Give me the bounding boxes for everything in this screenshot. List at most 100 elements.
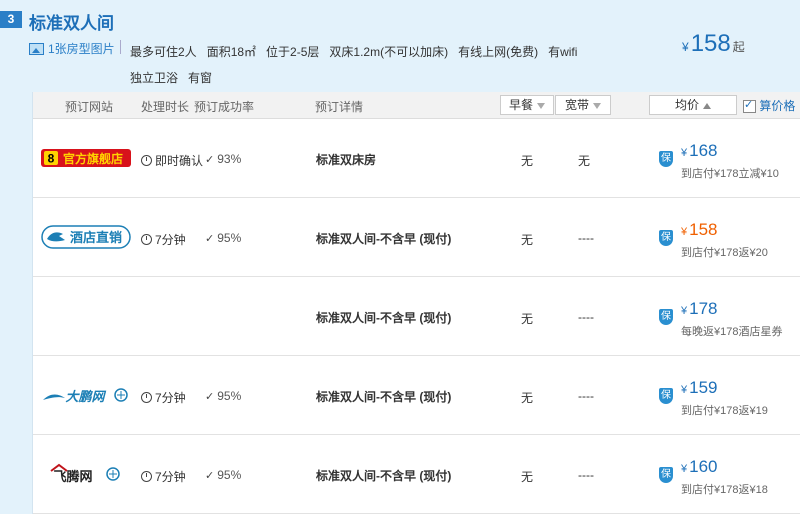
- facility-item: 面积18㎡: [206, 45, 257, 59]
- row-price[interactable]: ¥158: [681, 220, 718, 240]
- room-title[interactable]: 标准双人间: [29, 9, 114, 34]
- row-price[interactable]: ¥168: [681, 141, 718, 161]
- row-price[interactable]: ¥160: [681, 457, 718, 477]
- table-row: 酒店直销 7分钟 ✓ 95% 标准双人间-不含早 (现付) 无 ---- 保 ¥1…: [33, 198, 800, 277]
- success-rate: ✓ 95%: [205, 231, 241, 245]
- table-row: 8 官方旗舰店 即时确认 ✓ 93% 标准双床房 无 无 保 ¥168 到店付¥1…: [33, 119, 800, 198]
- room-detail-link[interactable]: 标准双人间-不含早 (现付): [316, 388, 451, 405]
- guarantee-shield-icon: 保: [659, 230, 673, 246]
- room-photo-link-label: 1张房型图片: [48, 42, 115, 56]
- facility-item: 双床1.2m(不可以加床): [329, 45, 449, 59]
- filter-icon: [593, 102, 601, 109]
- room-detail-link[interactable]: 标准双人间-不含早 (现付): [316, 467, 451, 484]
- avg-price-sort-label: 均价: [674, 98, 699, 112]
- site-name: 酒店直销: [70, 230, 122, 246]
- price-note: 到店付¥178返¥19: [681, 405, 768, 417]
- official-store-logo[interactable]: 8 官方旗舰店: [41, 143, 131, 173]
- broadband-filter-button[interactable]: 宽带: [555, 95, 611, 115]
- guarantee-shield-icon: 保: [659, 388, 673, 404]
- clock-icon: [141, 155, 152, 166]
- dapeng-logo[interactable]: 大鹏网: [41, 380, 131, 410]
- currency-symbol: ¥: [681, 305, 688, 317]
- table-row: 标准双人间-不含早 (现付) 无 ---- 保 ¥178 每晚返¥178酒店星券: [33, 277, 800, 356]
- col-duration: 处理时长: [141, 100, 190, 114]
- col-success-rate: 预订成功率: [194, 100, 255, 114]
- price-suffix: 起: [732, 40, 745, 54]
- facility-item: 有线上网(免费): [458, 45, 539, 59]
- hotel-direct-logo[interactable]: 酒店直销: [41, 222, 131, 252]
- site-name: 大鹏网: [65, 389, 106, 405]
- table-row: 飞腾网 7分钟 ✓ 95% 标准双人间-不含早 (现付) 无 ---- 保 ¥16…: [33, 435, 800, 514]
- booking-panel: 预订网站 处理时长 预订成功率 预订详情 早餐 宽带 均价 算价格 8 官方旗舰…: [32, 92, 800, 514]
- success-rate: ✓ 95%: [205, 389, 241, 403]
- rate-text: 93%: [217, 152, 242, 166]
- duration-text: 即时确认: [155, 154, 204, 168]
- facility-item: 有窗: [188, 71, 213, 85]
- rate-text: 95%: [217, 231, 242, 245]
- clock-icon: [141, 234, 152, 245]
- table-row: 大鹏网 7分钟 ✓ 95% 标准双人间-不含早 (现付) 无 ---- 保 ¥15…: [33, 356, 800, 435]
- currency-symbol: ¥: [681, 463, 688, 475]
- breakfast-value: 无: [521, 233, 534, 247]
- col-detail: 预订详情: [315, 100, 364, 114]
- row-price[interactable]: ¥178: [681, 299, 718, 319]
- price-note: 每晚返¥178酒店星券: [681, 326, 783, 338]
- breakfast-filter-button[interactable]: 早餐: [500, 95, 554, 115]
- guarantee-shield-icon: 保: [659, 151, 673, 167]
- currency-symbol: ¥: [682, 40, 689, 54]
- processing-time: 即时确认: [141, 152, 203, 169]
- rate-text: 95%: [217, 389, 242, 403]
- broadband-value: ----: [578, 389, 594, 403]
- feiteng-logo[interactable]: 飞腾网: [41, 459, 131, 489]
- check-icon: ✓: [205, 153, 215, 166]
- sort-up-icon: [703, 102, 711, 109]
- breakfast-value: 无: [521, 470, 534, 484]
- room-photo-link[interactable]: 1张房型图片: [29, 40, 115, 57]
- currency-symbol: ¥: [681, 147, 688, 159]
- clock-icon: [141, 392, 152, 403]
- calc-price-toggle[interactable]: 算价格: [743, 97, 795, 114]
- room-detail-link[interactable]: 标准双人间-不含早 (现付): [316, 309, 451, 326]
- success-rate: ✓ 95%: [205, 468, 241, 482]
- guarantee-shield-icon: 保: [659, 467, 673, 483]
- check-icon: ✓: [205, 232, 215, 245]
- col-site: 预订网站: [65, 100, 114, 114]
- site-name: 飞腾网: [53, 469, 92, 485]
- room-detail-link[interactable]: 标准双床房: [316, 151, 376, 168]
- duration-text: 7分钟: [155, 391, 186, 405]
- price-amount: 168: [689, 141, 718, 160]
- room-lowest-price: ¥158 起: [682, 30, 745, 58]
- price-amount: 158: [689, 220, 718, 239]
- success-rate: ✓ 93%: [205, 152, 241, 166]
- room-facilities: 最多可住2人 面积18㎡ 位于2-5层 双床1.2m(不可以加床) 有线上网(免费) 有w…: [130, 39, 590, 91]
- row-price[interactable]: ¥159: [681, 378, 718, 398]
- currency-symbol: ¥: [681, 384, 688, 396]
- price-amount: 160: [689, 457, 718, 476]
- facility-item: 有wifi: [548, 45, 578, 59]
- site-name: 官方旗舰店: [63, 151, 123, 166]
- price-amount: 159: [689, 378, 718, 397]
- svg-text:8: 8: [48, 152, 55, 166]
- facility-item: 独立卫浴: [130, 71, 179, 85]
- check-icon: ✓: [205, 390, 215, 403]
- filter-icon: [537, 102, 545, 109]
- image-icon: [29, 42, 44, 55]
- breakfast-value: 无: [521, 154, 534, 168]
- price-amount: 158: [690, 30, 731, 57]
- broadband-value: ----: [578, 310, 594, 324]
- broadband-value: ----: [578, 468, 594, 482]
- calc-price-checkbox[interactable]: [743, 98, 756, 114]
- table-header: 预订网站 处理时长 预订成功率 预订详情 早餐 宽带 均价 算价格: [33, 92, 800, 119]
- duration-text: 7分钟: [155, 470, 186, 484]
- currency-symbol: ¥: [681, 226, 688, 238]
- divider: [120, 40, 121, 54]
- room-detail-link[interactable]: 标准双人间-不含早 (现付): [316, 230, 451, 247]
- processing-time: 7分钟: [141, 389, 186, 406]
- breakfast-filter-label: 早餐: [508, 98, 533, 112]
- facility-item: 位于2-5层: [266, 45, 320, 59]
- avg-price-sort-button[interactable]: 均价: [649, 95, 737, 115]
- processing-time: 7分钟: [141, 468, 186, 485]
- broadband-value: 无: [578, 154, 591, 168]
- price-amount: 178: [689, 299, 718, 318]
- price-note: 到店付¥178立减¥10: [681, 168, 779, 180]
